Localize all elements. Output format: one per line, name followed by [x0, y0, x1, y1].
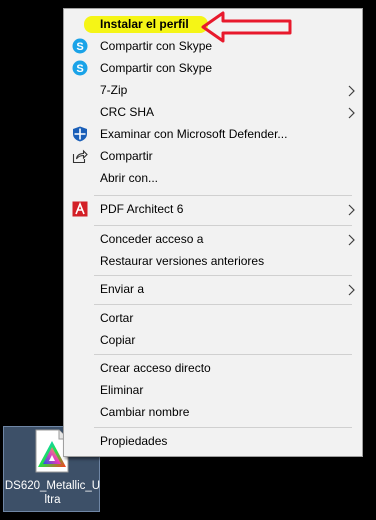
- menu-item-label: Copiar: [100, 333, 136, 347]
- menu-item-label: Restaurar versiones anteriores: [100, 254, 265, 268]
- menu-item-create-shortcut[interactable]: Crear acceso directo: [66, 357, 360, 379]
- svg-text:S: S: [76, 41, 83, 53]
- menu-item-restore-versions[interactable]: Restaurar versiones anteriores: [66, 250, 360, 272]
- menu-item-7zip[interactable]: 7-Zip: [66, 79, 360, 101]
- red-arrow-icon: [201, 11, 292, 43]
- menu-separator: [94, 427, 352, 428]
- menu-item-copy[interactable]: Copiar: [66, 329, 360, 351]
- menu-item-label: Compartir con Skype: [100, 61, 213, 75]
- chevron-right-icon: [346, 233, 356, 246]
- chevron-right-icon: [346, 84, 356, 97]
- menu-item-label: Cortar: [100, 311, 134, 325]
- menu-item-cut[interactable]: Cortar: [66, 307, 360, 329]
- skype-icon: S: [72, 38, 88, 54]
- menu-item-crc-sha[interactable]: CRC SHA: [66, 101, 360, 123]
- menu-item-pdf-architect[interactable]: PDF Architect 6: [66, 198, 360, 220]
- menu-item-defender-scan[interactable]: Examinar con Microsoft Defender...: [66, 123, 360, 145]
- svg-text:S: S: [76, 63, 83, 75]
- desktop: DS620_Metallic_Ultra Instalar el perfil …: [0, 0, 376, 520]
- menu-separator: [94, 275, 352, 276]
- skype-icon: S: [72, 60, 88, 76]
- menu-item-properties[interactable]: Propiedades: [66, 430, 360, 452]
- chevron-right-icon: [346, 283, 356, 296]
- menu-separator: [94, 195, 352, 196]
- menu-item-label: 7-Zip: [100, 83, 128, 97]
- menu-separator: [94, 354, 352, 355]
- menu-item-share[interactable]: Compartir: [66, 145, 360, 167]
- menu-item-label: CRC SHA: [100, 105, 155, 119]
- menu-item-send-to[interactable]: Enviar a: [66, 278, 360, 300]
- menu-item-label: Examinar con Microsoft Defender...: [100, 127, 288, 141]
- defender-shield-icon: [72, 126, 88, 142]
- menu-separator: [94, 304, 352, 305]
- menu-item-label: Crear acceso directo: [100, 361, 211, 375]
- menu-item-label: Cambiar nombre: [100, 405, 190, 419]
- chevron-right-icon: [346, 106, 356, 119]
- file-name-label: DS620_Metallic_Ultra: [4, 480, 101, 506]
- menu-item-rename[interactable]: Cambiar nombre: [66, 401, 360, 423]
- menu-item-label: Instalar el perfil: [100, 17, 189, 31]
- context-menu: Instalar el perfil S Compartir con Skype…: [63, 8, 363, 457]
- menu-item-label: Eliminar: [100, 383, 144, 397]
- share-icon: [72, 148, 88, 164]
- menu-item-label: Compartir con Skype: [100, 39, 213, 53]
- menu-item-delete[interactable]: Eliminar: [66, 379, 360, 401]
- menu-item-label: Propiedades: [100, 434, 168, 448]
- menu-separator: [94, 225, 352, 226]
- menu-item-label: Conceder acceso a: [100, 232, 204, 246]
- menu-item-label: Abrir con...: [100, 171, 159, 185]
- menu-item-label: PDF Architect 6: [100, 202, 184, 216]
- chevron-right-icon: [346, 203, 356, 216]
- menu-item-open-with[interactable]: Abrir con...: [66, 167, 360, 189]
- menu-item-grant-access[interactable]: Conceder acceso a: [66, 228, 360, 250]
- pdf-architect-icon: [72, 201, 88, 217]
- menu-item-label: Compartir: [100, 149, 153, 163]
- menu-item-share-skype-2[interactable]: S Compartir con Skype: [66, 57, 360, 79]
- menu-item-label: Enviar a: [100, 282, 145, 296]
